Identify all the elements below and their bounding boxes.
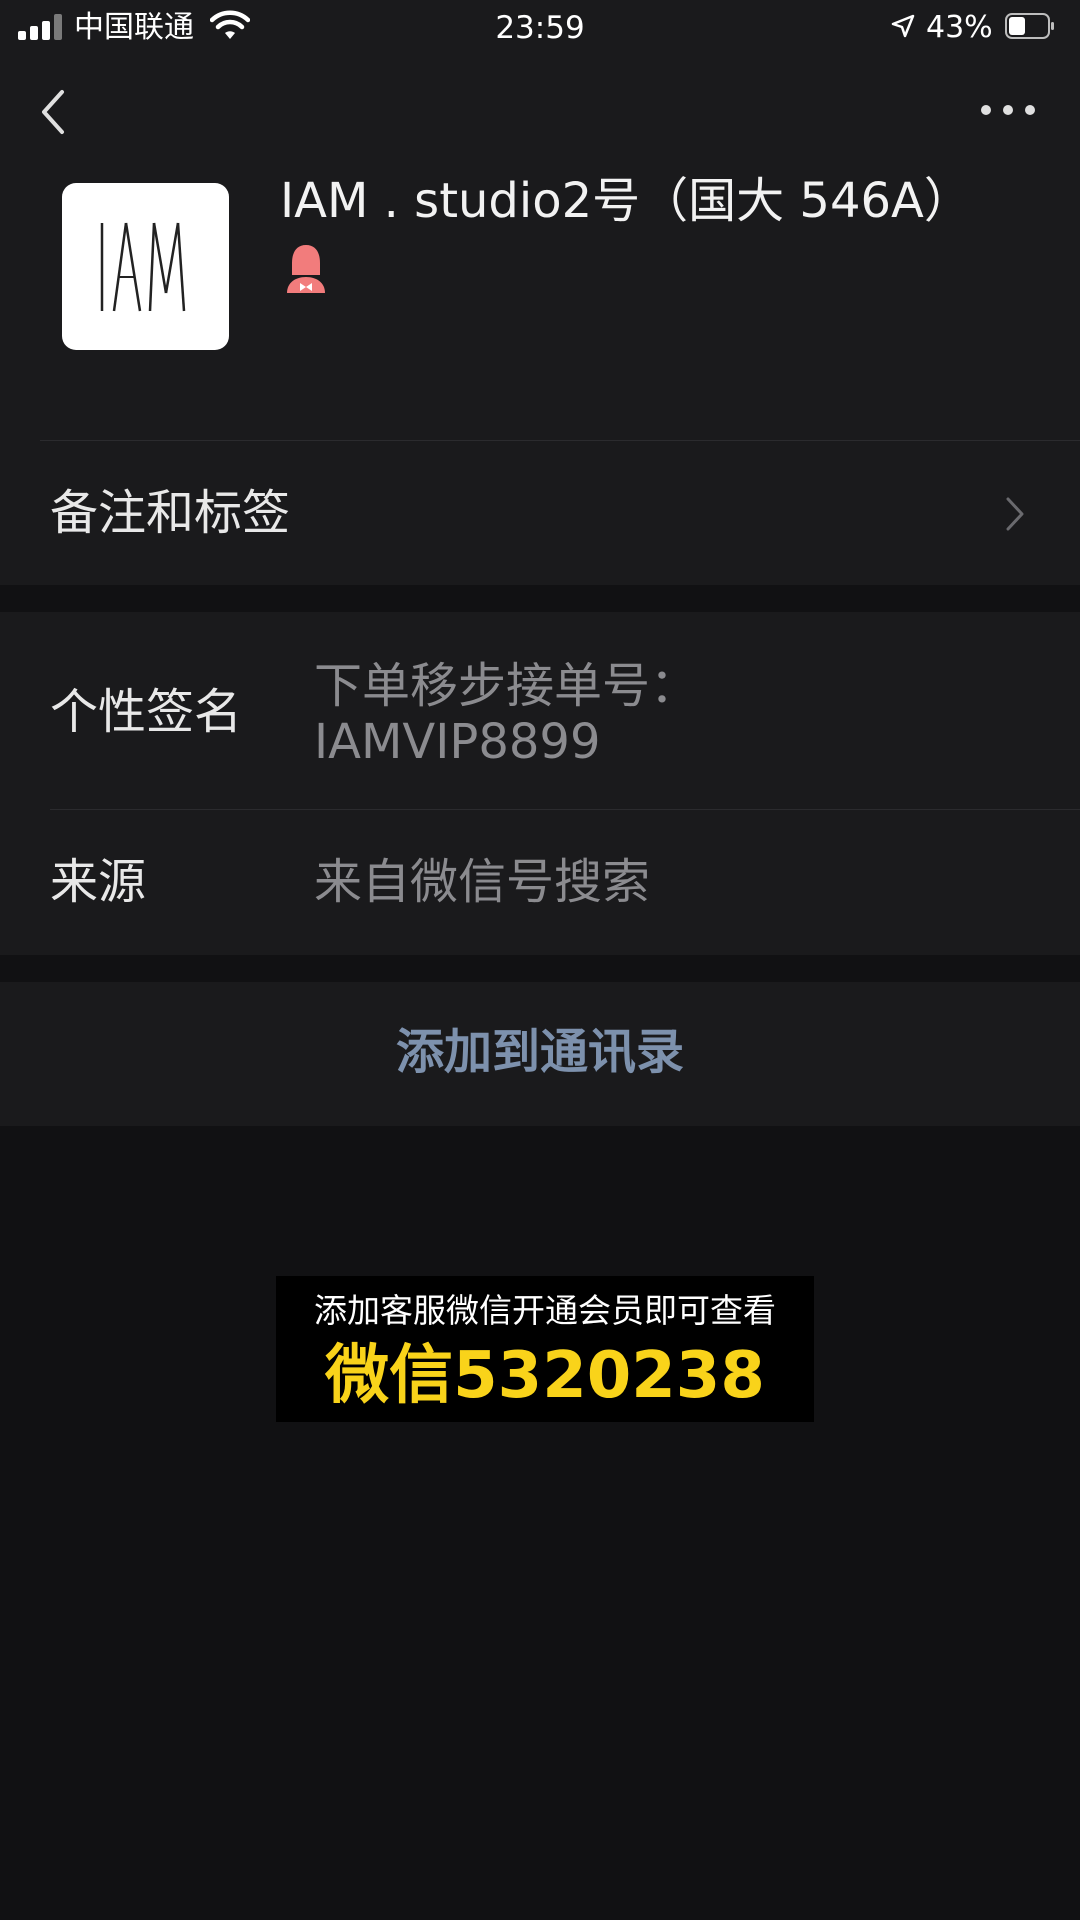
add-to-contacts-label: 添加到通讯录 [395,1024,684,1080]
battery-icon [1005,13,1054,39]
signature-value-line1: 下单移步接单号： [314,658,699,714]
profile-header: IAM . studio2号（国大 546A） [0,56,1080,441]
iam-logo-icon [100,222,186,312]
signature-value-line2: IAMVIP8899 [314,714,601,770]
status-time: 23:59 [495,10,585,46]
location-arrow-icon [891,14,915,38]
status-bar: 中国联通 23:59 43% [0,0,1080,56]
profile-name: IAM . studio2号（国大 546A） [280,173,972,229]
chevron-right-icon [1006,497,1024,531]
back-arrow-icon[interactable] [34,84,74,140]
promo-banner: 添加客服微信开通会员即可查看 微信5320238 [276,1276,814,1422]
profile-info-group: 个性签名 下单移步接单号： IAMVIP8899 来源 来自微信号搜索 [0,612,1080,955]
add-to-contacts-button[interactable]: 添加到通讯录 [0,982,1080,1126]
remarks-and-tags-row[interactable]: 备注和标签 [0,441,1080,585]
remarks-and-tags-label: 备注和标签 [50,485,291,541]
more-options-icon[interactable] [976,92,1040,128]
source-label: 来源 [50,854,147,910]
info-divider [50,809,1080,810]
battery-percentage: 43% [926,10,993,45]
promo-wechat-id: 微信5320238 [325,1339,765,1413]
promo-text: 添加客服微信开通会员即可查看 [314,1291,776,1330]
avatar[interactable] [62,183,229,350]
female-icon [287,245,325,293]
signature-label: 个性签名 [50,684,243,740]
source-value: 来自微信号搜索 [314,854,651,910]
